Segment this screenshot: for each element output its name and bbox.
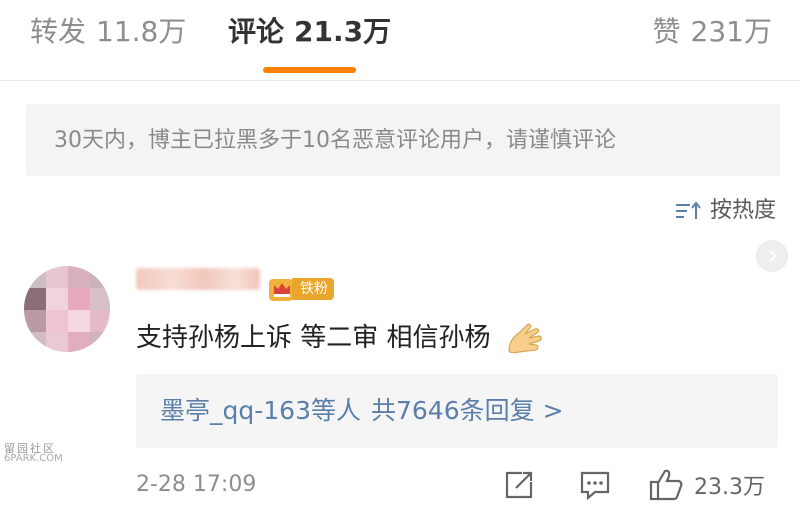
replies-summary[interactable]: 墨亭_qq-163等人 共7646条回复 > xyxy=(136,374,778,448)
reply-users: 墨亭_qq-163 xyxy=(160,396,311,425)
badge-label: 铁粉 xyxy=(292,278,334,300)
username-blurred[interactable] xyxy=(136,268,260,290)
tab-bar: 转发 11.8万 评论 21.3万 赞 231万 xyxy=(0,0,800,81)
avatar[interactable] xyxy=(24,266,110,352)
scroll-side-button[interactable] xyxy=(756,240,788,272)
watermark: 留园社区 6PARK.COM xyxy=(4,440,76,466)
sort-label: 按热度 xyxy=(709,198,776,223)
tab-repost-count: 11.8万 xyxy=(96,15,187,48)
reply-suffix: 等人 xyxy=(310,396,361,425)
hand-icon xyxy=(507,323,542,354)
active-tab-indicator xyxy=(263,67,356,73)
chevron-right-icon: > xyxy=(542,396,564,425)
tab-comment[interactable]: 评论 21.3万 xyxy=(228,10,391,54)
watermark-bottom: 6PARK.COM xyxy=(4,453,63,464)
reply-button[interactable] xyxy=(578,466,612,504)
sort-icon xyxy=(675,201,701,219)
tab-like[interactable]: 赞 231万 xyxy=(653,10,772,54)
replies-link[interactable]: 墨亭_qq-163等人 共7646条回复 > xyxy=(160,394,564,428)
comment-time: 2-28 17:09 xyxy=(136,472,257,497)
sort-by-hot-button[interactable]: 按热度 xyxy=(674,196,776,226)
share-icon xyxy=(505,471,533,499)
share-button[interactable] xyxy=(502,466,536,504)
iron-fan-badge: 铁粉 xyxy=(268,276,334,302)
avatar-pixelated-image xyxy=(24,266,110,352)
tab-comment-count: 21.3万 xyxy=(294,15,392,48)
reply-total: 共7646条回复 xyxy=(371,396,535,425)
like-button[interactable]: 23.3万 xyxy=(648,466,765,504)
like-count: 23.3万 xyxy=(694,475,765,500)
tab-comment-label: 评论 xyxy=(228,15,285,48)
notice-text: 30天内，博主已拉黑多于10名恶意评论用户，请谨慎评论 xyxy=(54,128,616,153)
tab-like-label: 赞 xyxy=(652,15,681,48)
comment-body: 支持孙杨上诉 等二审 相信孙杨 xyxy=(136,318,545,358)
chevron-right-icon xyxy=(769,250,777,262)
thumbs-up-icon xyxy=(649,469,683,501)
tab-repost[interactable]: 转发 11.8万 xyxy=(30,10,186,54)
comment-icon xyxy=(580,471,610,501)
blocked-users-notice: 30天内，博主已拉黑多于10名恶意评论用户，请谨慎评论 xyxy=(26,104,780,176)
tab-like-count: 231万 xyxy=(690,15,772,48)
comments-page: 转发 11.8万 评论 21.3万 赞 231万 30天内，博主已拉黑多于10名恶意评… xyxy=(0,0,800,516)
tab-repost-label: 转发 xyxy=(30,15,87,48)
comment-text: 支持孙杨上诉 等二审 相信孙杨 xyxy=(136,323,491,353)
